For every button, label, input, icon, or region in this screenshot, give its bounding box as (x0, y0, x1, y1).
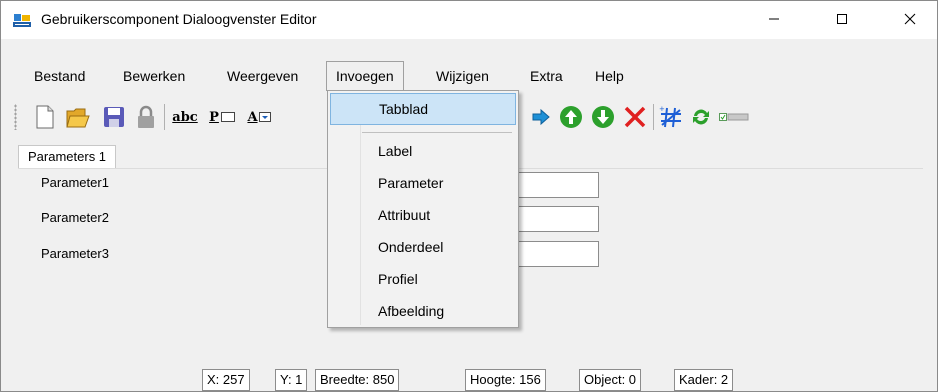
status-y: Y: 1 (275, 369, 308, 391)
parameter-label: Parameter1 (41, 175, 109, 190)
tab-parameters-1[interactable]: Parameters 1 (18, 145, 117, 169)
status-breedte: Breedte: 850 (315, 369, 400, 391)
menu-item-profiel[interactable]: Profiel (330, 263, 516, 295)
menu-help[interactable]: Help (586, 61, 633, 91)
app-icon (12, 12, 32, 28)
minimize-button[interactable] (751, 1, 797, 37)
parameter-icon[interactable]: P (204, 102, 240, 132)
arrow-right-icon[interactable] (527, 102, 555, 132)
menu-bestand[interactable]: Bestand (25, 61, 94, 91)
close-button[interactable] (887, 1, 933, 37)
attribute-icon[interactable]: A (241, 102, 277, 132)
save-icon[interactable] (100, 102, 128, 132)
window-title: Gebruikerscomponent Dialoogvenster Edito… (41, 11, 317, 27)
menu-item-label[interactable]: Label (330, 135, 516, 167)
status-hoogte: Hoogte: 156 (465, 369, 546, 391)
toolbar-grip[interactable] (14, 104, 17, 130)
new-file-icon[interactable] (31, 102, 59, 132)
parameter-field[interactable] (509, 172, 599, 198)
toolbar-separator (164, 104, 165, 130)
text-abc-icon[interactable]: abc (167, 102, 203, 132)
grid-icon[interactable]: + (657, 102, 685, 132)
menu-item-attribuut[interactable]: Attribuut (330, 199, 516, 231)
toolbar-separator (653, 104, 654, 130)
menu-bewerken[interactable]: Bewerken (114, 61, 194, 91)
status-object: Object: 0 (579, 369, 642, 391)
lock-icon[interactable] (132, 102, 160, 132)
open-folder-icon[interactable] (64, 102, 92, 132)
toggle-icon[interactable] (717, 102, 751, 132)
attribute-icon-letter: A (247, 109, 258, 125)
parameter-field[interactable] (509, 241, 599, 267)
menu-wijzigen[interactable]: Wijzigen (427, 61, 498, 91)
editor-window: Gebruikerscomponent Dialoogvenster Edito… (0, 0, 938, 392)
move-down-icon[interactable] (589, 102, 617, 132)
parameter-label: Parameter3 (41, 246, 109, 261)
status-x: X: 257 (202, 369, 250, 391)
menu-invoegen[interactable]: Invoegen (326, 61, 404, 91)
invoegen-dropdown-menu: Tabblad Label Parameter Attribuut Onderd… (327, 90, 519, 328)
move-up-icon[interactable] (557, 102, 585, 132)
parameter-icon-letter: P (209, 109, 219, 125)
menu-weergeven[interactable]: Weergeven (218, 61, 307, 91)
parameter-label: Parameter2 (41, 210, 109, 225)
delete-icon[interactable] (621, 102, 649, 132)
refresh-icon[interactable] (687, 102, 715, 132)
title-bar: Gebruikerscomponent Dialoogvenster Edito… (1, 1, 937, 39)
menu-separator (362, 132, 512, 133)
menu-item-afbeelding[interactable]: Afbeelding (330, 295, 516, 327)
menu-item-parameter[interactable]: Parameter (330, 167, 516, 199)
status-kader: Kader: 2 (674, 369, 734, 391)
menu-extra[interactable]: Extra (521, 61, 572, 91)
parameter-field[interactable] (509, 206, 599, 232)
menu-item-tabblad[interactable]: Tabblad (330, 93, 516, 125)
text-abc-label: abc (172, 109, 198, 125)
menu-item-onderdeel[interactable]: Onderdeel (330, 231, 516, 263)
svg-text:+: + (659, 105, 665, 113)
maximize-button[interactable] (819, 1, 865, 37)
